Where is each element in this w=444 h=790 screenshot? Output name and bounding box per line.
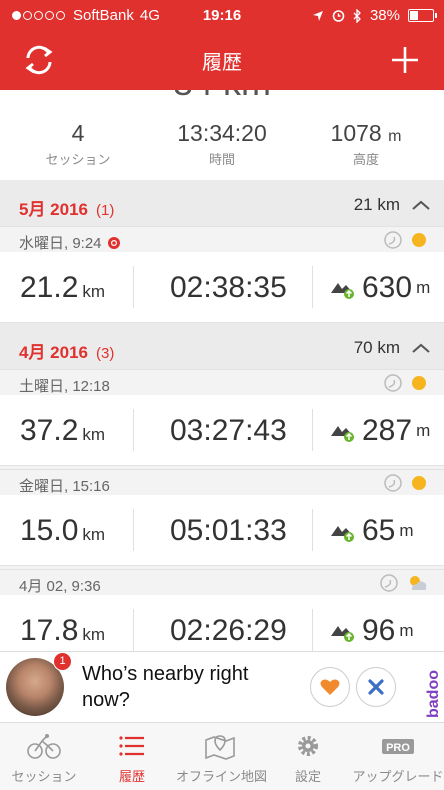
route-icon	[384, 374, 402, 392]
map-icon	[205, 735, 235, 760]
sun-icon	[412, 476, 426, 490]
chevron-up-icon[interactable]	[412, 200, 430, 210]
tab-session[interactable]: セッション	[0, 723, 88, 790]
ad-text: Who’s nearby right now?	[82, 663, 249, 711]
elevation-icon	[331, 526, 354, 542]
total-distance: 84 km	[0, 90, 444, 100]
stat-elevation: 1078 m 高度	[330, 120, 402, 167]
summary-panel: 84 km 4 セッション 13:34:20 時間 1078 m 高度	[0, 90, 444, 180]
sun-icon	[412, 233, 426, 247]
tab-bar: セッション 履歴 オフライン地図 設定 PRO アップグレード	[0, 722, 444, 790]
nav-bar: 履歴	[0, 32, 444, 90]
like-button[interactable]	[310, 667, 350, 707]
dismiss-button[interactable]	[356, 667, 396, 707]
month-header[interactable]: 4月 2016 (3) 70 km	[0, 323, 444, 369]
elevation-icon	[331, 626, 354, 642]
month-title: 5月 2016	[19, 200, 88, 219]
gear-icon	[298, 736, 318, 756]
elevation-icon	[331, 426, 354, 442]
alarm-icon	[332, 10, 345, 22]
svg-text:PRO: PRO	[386, 742, 410, 754]
notification-badge: 1	[53, 652, 72, 671]
session-day-header: 土曜日, 12:18	[0, 369, 444, 396]
session-row[interactable]: 21.2 km 02:38:35 630 m	[0, 252, 444, 323]
status-bar: SoftBank 4G 19:16 38%	[0, 0, 444, 32]
month-header[interactable]: 5月 2016 (1) 21 km	[0, 180, 444, 226]
ad-banner[interactable]: 1 Who’s nearby right now? badoo	[0, 651, 444, 722]
badoo-logo: badoo	[425, 670, 442, 718]
month-title: 4月 2016	[19, 343, 88, 362]
session-day-header: 金曜日, 15:16	[0, 469, 444, 496]
session-day-header: 4月 02, 9:36	[0, 569, 444, 596]
cycling-icon	[27, 734, 61, 759]
bluetooth-icon	[353, 8, 361, 23]
session-row[interactable]: 37.2 km 03:27:43 287 m	[0, 395, 444, 466]
sun-icon	[412, 376, 426, 390]
record-icon	[107, 236, 120, 249]
stat-time: 13:34:20 時間	[177, 120, 267, 167]
location-icon	[312, 10, 323, 21]
session-day-header: 水曜日, 9:24	[0, 226, 444, 253]
battery-icon	[408, 9, 437, 22]
stat-sessions: 4 セッション	[45, 120, 111, 167]
tab-offline-map[interactable]: オフライン地図	[176, 723, 267, 790]
close-icon	[368, 679, 384, 695]
session-row[interactable]: 15.0 km 05:01:33 65 m	[0, 495, 444, 566]
battery-percent: 38%	[369, 7, 400, 24]
list-icon	[119, 736, 144, 756]
tab-history[interactable]: 履歴	[88, 723, 176, 790]
session-row[interactable]: 17.8 km 02:26:29 96 m	[0, 595, 444, 651]
pro-icon: PRO	[382, 739, 414, 754]
app-header: SoftBank 4G 19:16 38% 履歴	[0, 0, 444, 90]
route-icon	[384, 231, 402, 249]
route-icon	[380, 574, 398, 592]
partly-cloudy-icon	[410, 576, 427, 590]
chevron-up-icon[interactable]	[412, 343, 430, 353]
route-icon	[384, 474, 402, 492]
month-count: (1)	[96, 202, 115, 219]
tab-upgrade[interactable]: PRO アップグレード	[352, 723, 444, 790]
tab-settings[interactable]: 設定	[264, 723, 352, 790]
month-distance: 70 km	[353, 338, 400, 357]
add-icon[interactable]	[386, 41, 424, 79]
svg-text:badoo: badoo	[425, 670, 442, 718]
page-title: 履歴	[202, 52, 242, 74]
month-count: (3)	[96, 345, 115, 362]
elevation-icon	[331, 283, 354, 299]
month-distance: 21 km	[353, 195, 400, 214]
heart-icon	[320, 679, 340, 695]
